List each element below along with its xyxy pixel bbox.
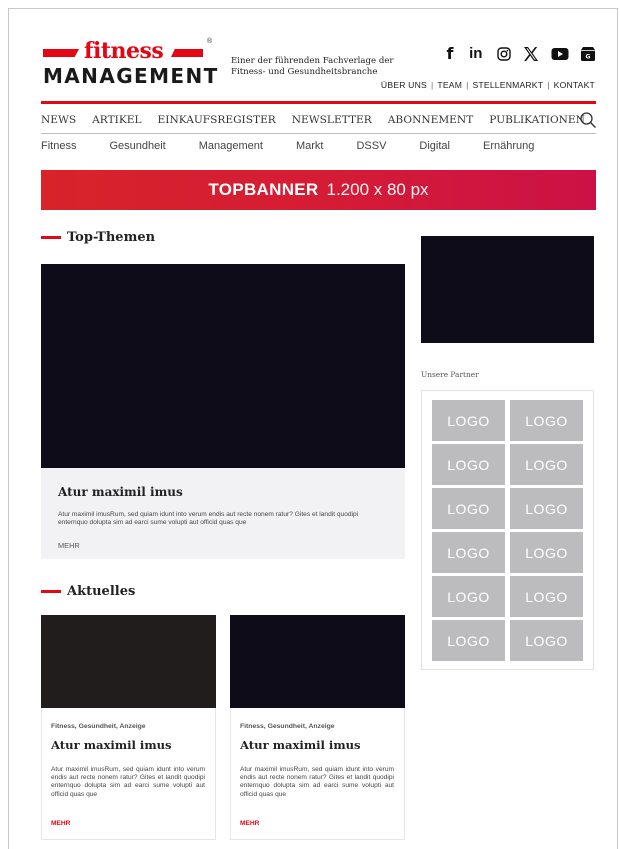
- hero-title[interactable]: Atur maximil imus: [58, 485, 183, 499]
- partner-logo[interactable]: LOGO: [432, 576, 505, 617]
- heading-dash: [41, 236, 61, 239]
- partner-logo[interactable]: LOGO: [432, 488, 505, 529]
- partner-logo[interactable]: LOGO: [510, 400, 583, 441]
- site-logo[interactable]: fitness ® MANAGEMENT: [43, 38, 217, 90]
- banner-size: 1.200 x 80 px: [326, 180, 429, 199]
- svg-text:G: G: [586, 54, 591, 61]
- header-accent-line: [41, 101, 596, 104]
- article-title[interactable]: Atur maximil imus: [51, 738, 172, 752]
- partners-box: LOGO LOGO LOGO LOGO LOGO LOGO LOGO LOGO …: [421, 390, 594, 670]
- separator: |: [466, 80, 469, 90]
- article-text: Atur maximil imusRum, sed quiam idunt in…: [51, 766, 205, 798]
- partner-logo[interactable]: LOGO: [510, 620, 583, 661]
- article-more-link[interactable]: MEHR: [51, 820, 70, 827]
- article-image[interactable]: [230, 615, 405, 708]
- partner-logo[interactable]: LOGO: [432, 620, 505, 661]
- separator: |: [547, 80, 550, 90]
- hero-image[interactable]: [41, 264, 405, 468]
- youtube-icon[interactable]: [551, 47, 569, 61]
- hero-teaser[interactable]: Atur maximil imus Atur maximil imusRum, …: [41, 468, 405, 559]
- hero-more-link[interactable]: MEHR: [58, 541, 80, 550]
- top-links: ÜBER UNS | TEAM | STELLENMARKT | KONTAKT: [380, 80, 596, 90]
- subnav-item-fitness[interactable]: Fitness: [41, 140, 76, 156]
- logo-left-bar: [43, 49, 79, 57]
- article-card[interactable]: Fitness, Gesundheit, Anzeige Atur maximi…: [41, 615, 216, 840]
- linkedin-icon[interactable]: in: [467, 44, 485, 64]
- toplink-team[interactable]: TEAM: [437, 80, 462, 90]
- article-more-link[interactable]: MEHR: [240, 820, 259, 827]
- search-icon[interactable]: [579, 111, 597, 129]
- article-card[interactable]: Fitness, Gesundheit, Anzeige Atur maximi…: [230, 615, 405, 840]
- toplink-kontakt[interactable]: KONTAKT: [554, 80, 595, 90]
- heading-dash: [41, 590, 61, 593]
- x-icon[interactable]: [522, 45, 540, 63]
- toplink-stellenmarkt[interactable]: STELLENMARKT: [473, 80, 544, 90]
- subnav-item-digital[interactable]: Digital: [419, 140, 450, 156]
- article-title[interactable]: Atur maximil imus: [240, 738, 361, 752]
- nav-item-artikel[interactable]: ARTIKEL: [92, 114, 141, 126]
- social-links: f in G: [444, 44, 596, 64]
- subnav-item-ernaehrung[interactable]: Ernährung: [483, 140, 534, 156]
- nav-item-einkaufsregister[interactable]: EINKAUFSREGISTER: [158, 114, 276, 126]
- section-heading-label: Top-Themen: [67, 230, 156, 245]
- partner-logo-grid: LOGO LOGO LOGO LOGO LOGO LOGO LOGO LOGO …: [432, 400, 583, 661]
- banner-label: TOPBANNER: [208, 180, 319, 199]
- nav-item-publikationen[interactable]: PUBLIKATIONEN: [489, 114, 585, 126]
- instagram-icon[interactable]: [496, 46, 512, 62]
- tagline: Einer der führenden Fachverlage der Fitn…: [231, 56, 394, 77]
- article-text: Atur maximil imusRum, sed quiam idunt in…: [240, 766, 394, 798]
- section-heading-aktuelles: Aktuelles: [41, 584, 135, 599]
- partner-logo[interactable]: LOGO: [510, 532, 583, 573]
- subnav-item-management[interactable]: Management: [199, 140, 263, 156]
- partners-label: Unsere Partner: [421, 370, 479, 379]
- toplink-ueber-uns[interactable]: ÜBER UNS: [381, 80, 427, 90]
- partner-logo[interactable]: LOGO: [510, 444, 583, 485]
- article-category: Fitness, Gesundheit, Anzeige: [51, 723, 146, 730]
- article-category: Fitness, Gesundheit, Anzeige: [240, 723, 335, 730]
- logo-registered-mark: ®: [207, 38, 213, 45]
- store-icon[interactable]: G: [580, 46, 596, 62]
- article-image[interactable]: [41, 615, 216, 708]
- top-banner[interactable]: TOPBANNER 1.200 x 80 px: [41, 170, 596, 210]
- sub-nav: Fitness Gesundheit Management Markt DSSV…: [41, 140, 567, 156]
- subnav-item-markt[interactable]: Markt: [296, 140, 324, 156]
- logo-right-bar: [171, 49, 203, 57]
- facebook-icon[interactable]: f: [444, 44, 456, 64]
- logo-word-management: MANAGEMENT: [43, 64, 219, 88]
- nav-item-news[interactable]: NEWS: [41, 114, 76, 126]
- nav-item-abonnement[interactable]: ABONNEMENT: [388, 114, 474, 126]
- partner-logo[interactable]: LOGO: [432, 400, 505, 441]
- separator: |: [430, 80, 434, 90]
- nav-item-newsletter[interactable]: NEWSLETTER: [292, 114, 372, 126]
- sidebar-ad[interactable]: [421, 236, 594, 343]
- logo-word-fitness: fitness: [84, 38, 164, 64]
- partner-logo[interactable]: LOGO: [510, 488, 583, 529]
- section-heading-top-themen: Top-Themen: [41, 230, 155, 245]
- main-nav: NEWS ARTIKEL EINKAUFSREGISTER NEWSLETTER…: [41, 110, 596, 130]
- hero-text: Atur maximil imusRum, sed quiam idunt in…: [58, 511, 359, 527]
- partner-logo[interactable]: LOGO: [432, 444, 505, 485]
- nav-divider: [41, 133, 596, 134]
- subnav-item-gesundheit[interactable]: Gesundheit: [109, 140, 165, 156]
- subnav-item-dssv[interactable]: DSSV: [356, 140, 386, 156]
- partner-logo[interactable]: LOGO: [510, 576, 583, 617]
- section-heading-label: Aktuelles: [67, 584, 136, 599]
- partner-logo[interactable]: LOGO: [432, 532, 505, 573]
